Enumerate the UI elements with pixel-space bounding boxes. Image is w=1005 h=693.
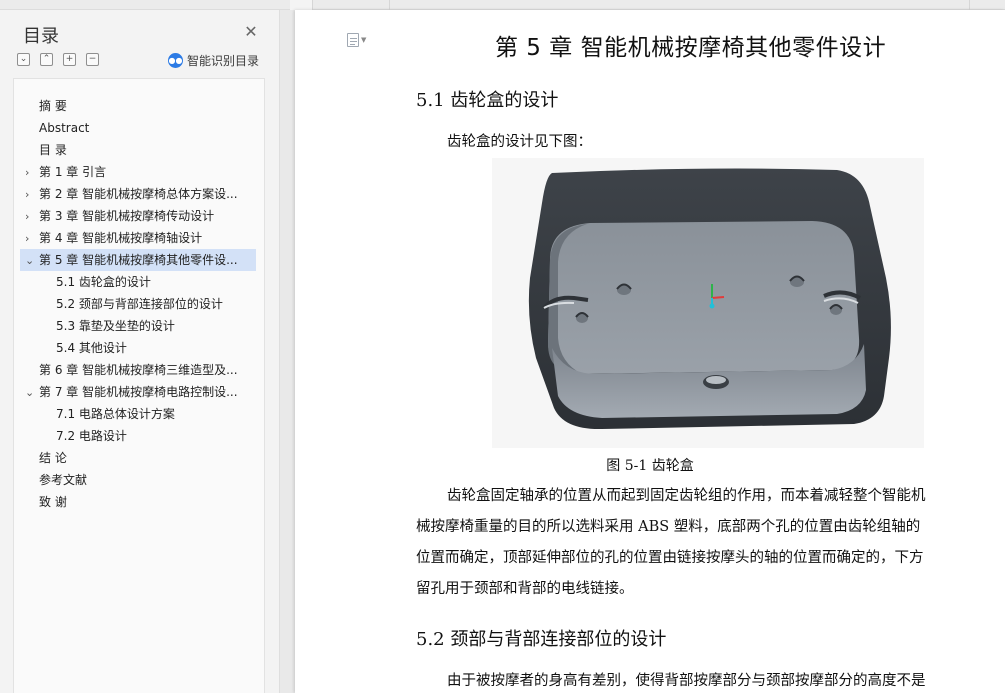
toc-item-label: 第 6 章 智能机械按摩椅三维造型及... [39, 363, 238, 377]
toc-item[interactable]: 参考文献 [39, 469, 254, 491]
chevron-right-icon[interactable]: › [25, 228, 35, 249]
toc-item-label: 5.4 其他设计 [56, 341, 127, 355]
toolbar-tab[interactable] [290, 0, 313, 10]
document-icon [347, 33, 359, 47]
expand-up-button[interactable]: ⌃ [40, 53, 53, 66]
toolbar-tab[interactable] [313, 0, 390, 10]
add-heading-button[interactable]: + [63, 53, 76, 66]
toc-item[interactable]: 第 6 章 智能机械按摩椅三维造型及... [39, 359, 254, 381]
sidebar-title: 目录 [23, 26, 59, 47]
toc-item[interactable]: 7.1 电路总体设计方案 [56, 403, 254, 425]
toc-item[interactable]: › 第 2 章 智能机械按摩椅总体方案设... [25, 183, 254, 205]
chevron-down-icon: ▼ [361, 36, 367, 44]
toc-item[interactable]: 7.2 电路设计 [56, 425, 254, 447]
toc-item-label: 第 3 章 智能机械按摩椅传动设计 [39, 209, 215, 223]
gearbox-render [528, 168, 891, 430]
body-line: 械按摩椅重量的目的所以选料采用 ABS 塑料，底部两个孔的位置由齿轮组轴的 [416, 519, 921, 535]
section-heading: 5.1 齿轮盒的设计 [416, 90, 559, 111]
body-line: 齿轮盒固定轴承的位置从而起到固定齿轮组的作用，而本着减轻整个智能机 [447, 488, 926, 504]
body-line: 留孔用于颈部和背部的电线链接。 [416, 581, 634, 597]
toc-item-label: 第 4 章 智能机械按摩椅轴设计 [39, 231, 203, 245]
toc-item-label: 5.3 靠垫及坐垫的设计 [56, 319, 175, 333]
toc-item-label: 摘 要 [39, 99, 67, 113]
toc-item-label: Abstract [39, 121, 90, 135]
chevron-right-icon[interactable]: › [25, 206, 35, 227]
toc-item-label: 结 论 [39, 451, 67, 465]
gearbox-figure [492, 158, 924, 448]
toc-item-label: 目 录 [39, 143, 67, 157]
collapse-all-button[interactable]: ⌄ [17, 53, 30, 66]
smart-recognize-button[interactable]: ●● 智能识别目录 [168, 52, 259, 69]
toc-item[interactable]: › 第 4 章 智能机械按摩椅轴设计 [25, 227, 254, 249]
toc-item-label: 5.2 颈部与背部连接部位的设计 [56, 297, 223, 311]
toc-item[interactable]: 5.3 靠垫及坐垫的设计 [56, 315, 254, 337]
toc-item-label: 第 1 章 引言 [39, 165, 107, 179]
toc-item[interactable]: 5.2 颈部与背部连接部位的设计 [56, 293, 254, 315]
toc-item[interactable]: 摘 要 [39, 95, 254, 117]
toc-item-label: 参考文献 [39, 473, 88, 487]
body-line: 由于被按摩者的身高有差别，使得背部按摩部分与颈部按摩部分的高度不是 [447, 673, 926, 689]
toc-item-label: 7.1 电路总体设计方案 [56, 407, 175, 421]
toc-item-label: 5.1 齿轮盒的设计 [56, 275, 151, 289]
toc-item[interactable]: 目 录 [39, 139, 254, 161]
smart-recognize-label: 智能识别目录 [187, 54, 260, 68]
chevron-down-icon[interactable]: ⌄ [25, 250, 35, 271]
toc-item[interactable]: 结 论 [39, 447, 254, 469]
figure-caption: 图 5-1 齿轮盒 [606, 458, 694, 474]
toc-item[interactable]: 5.1 齿轮盒的设计 [56, 271, 254, 293]
toc-item[interactable]: › 第 3 章 智能机械按摩椅传动设计 [25, 205, 254, 227]
document-menu-icon[interactable]: ▼ [347, 32, 371, 48]
section-heading: 5.2 颈部与背部连接部位的设计 [416, 629, 667, 650]
chevron-right-icon[interactable]: › [25, 162, 35, 183]
close-icon[interactable]: ✕ [243, 24, 259, 40]
document-area: ▼ 第 5 章 智能机械按摩椅其他零件设计 5.1 齿轮盒的设计 齿轮盒的设计见… [281, 10, 1005, 693]
ai-icon: ●● [168, 53, 183, 68]
toc-item-label: 7.2 电路设计 [56, 429, 127, 443]
toc-sidebar: 目录 ✕ ⌄ ⌃ + − ●● 智能识别目录 摘 要 Abstract 目 录 › 第 … [0, 10, 280, 693]
chapter-title: 第 5 章 智能机械按摩椅其他零件设计 [495, 35, 887, 61]
toc-toolbar: ⌄ ⌃ + − [17, 53, 99, 67]
body-line: 位置而确定，顶部延伸部位的孔的位置由链接按摩头的轴的位置而确定的，下方 [416, 550, 924, 566]
remove-heading-button[interactable]: − [86, 53, 99, 66]
toc-item[interactable]: ⌄ 第 7 章 智能机械按摩椅电路控制设... [25, 381, 254, 403]
toc-item[interactable]: 致 谢 [39, 491, 254, 513]
toc-item[interactable]: › 第 1 章 引言 [25, 161, 254, 183]
toc-item-label: 第 7 章 智能机械按摩椅电路控制设... [39, 385, 238, 399]
toc-item[interactable]: ⌄ 第 5 章 智能机械按摩椅其他零件设... [20, 249, 256, 271]
toc-list: 摘 要 Abstract 目 录 › 第 1 章 引言 › 第 2 章 智能机械按摩椅总体方… [13, 78, 265, 693]
intro-text: 齿轮盒的设计见下图： [447, 134, 592, 150]
chevron-down-icon[interactable]: ⌄ [25, 382, 35, 403]
chevron-right-icon[interactable]: › [25, 184, 35, 205]
toolbar-tab[interactable] [390, 0, 970, 10]
toc-item[interactable]: Abstract [39, 117, 254, 139]
toc-item-label: 第 2 章 智能机械按摩椅总体方案设... [39, 187, 238, 201]
toc-item-label: 第 5 章 智能机械按摩椅其他零件设... [39, 253, 238, 267]
toc-item[interactable]: 5.4 其他设计 [56, 337, 254, 359]
document-page: ▼ 第 5 章 智能机械按摩椅其他零件设计 5.1 齿轮盒的设计 齿轮盒的设计见… [295, 10, 1005, 693]
toc-item-label: 致 谢 [39, 495, 67, 509]
window-top-strip [0, 0, 1005, 10]
